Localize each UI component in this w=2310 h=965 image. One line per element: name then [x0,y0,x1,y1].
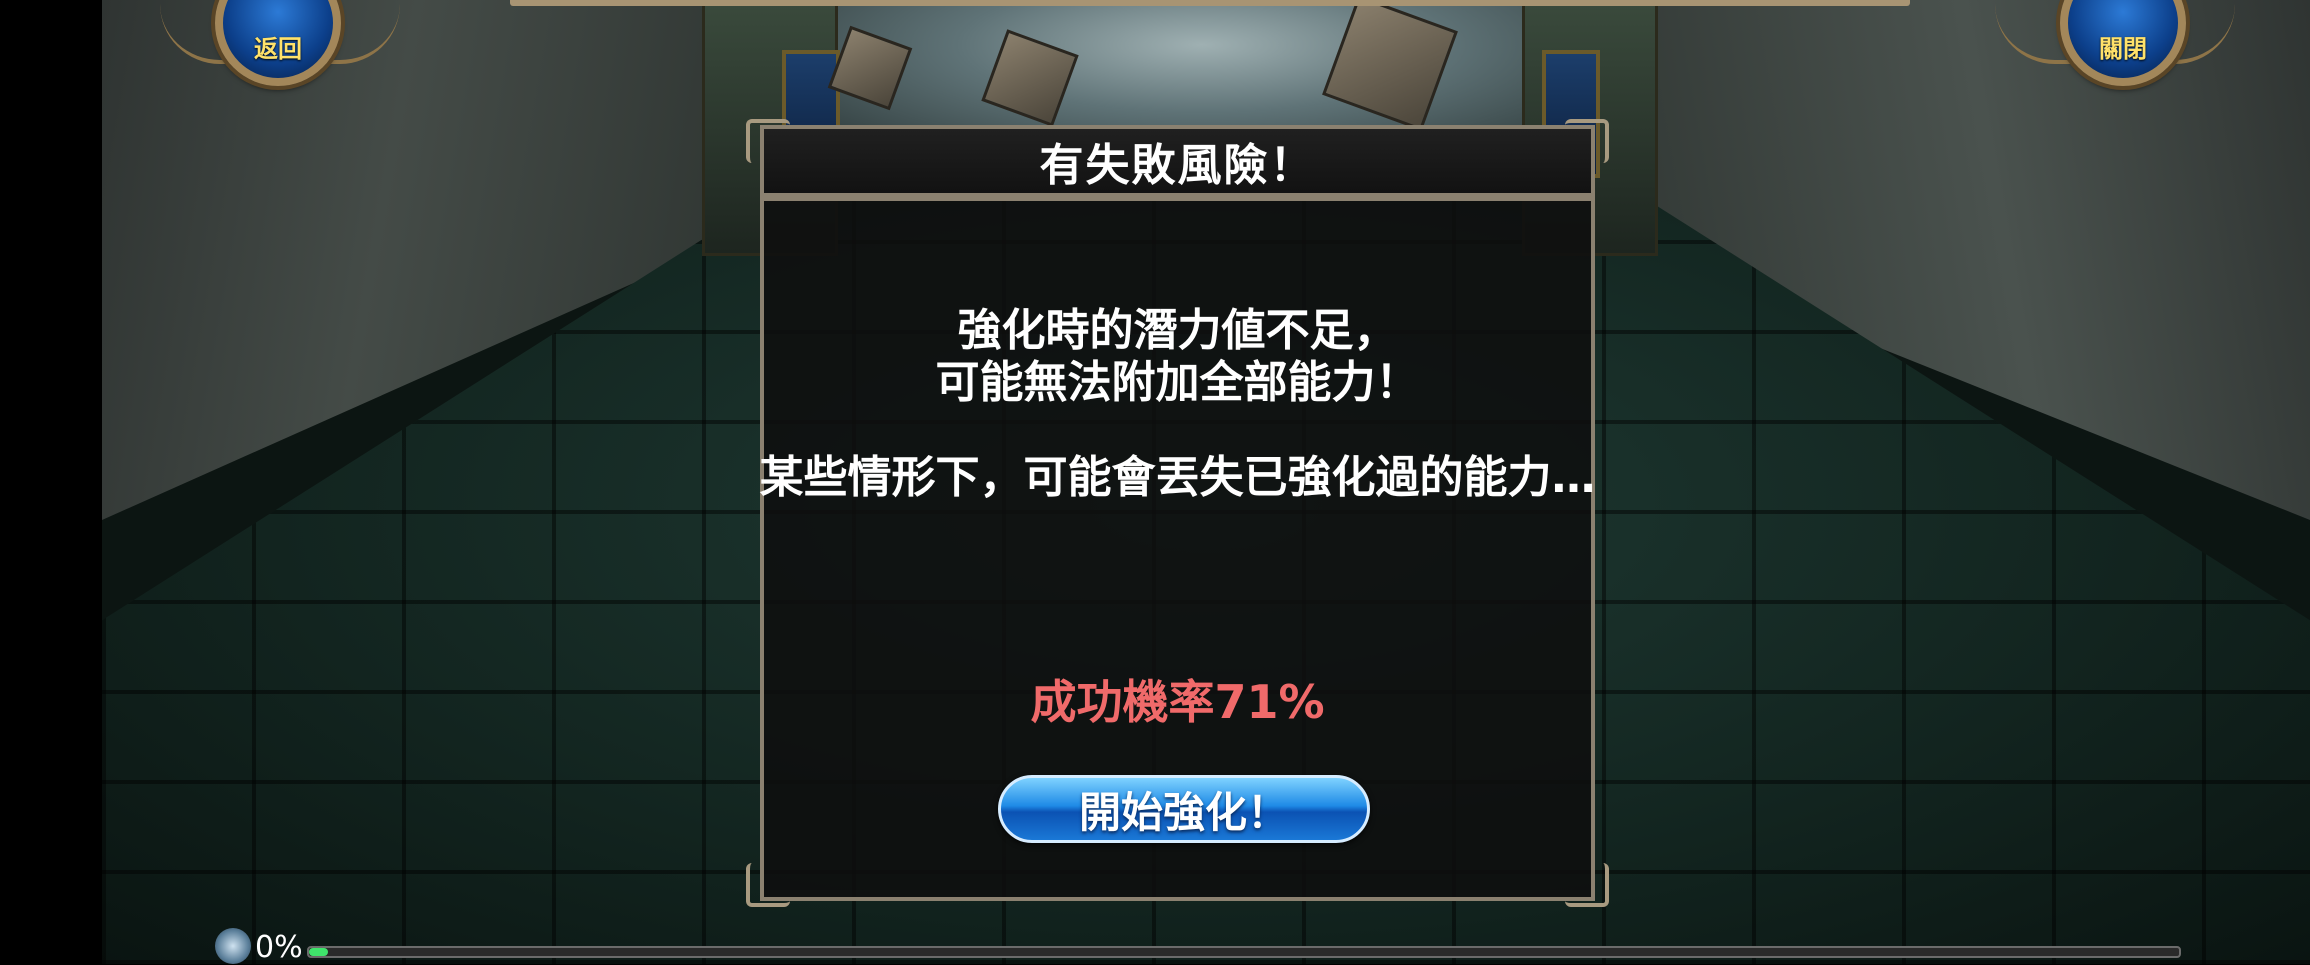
corner-ornament [1565,863,1609,907]
back-button-label: 返回 [254,35,302,63]
progress-fill [309,948,328,956]
corner-ornament [1565,119,1609,163]
start-enhance-button[interactable]: 開始強化！ [998,775,1370,843]
loading-progress: 0% [215,928,2215,965]
dialog-header: 有失敗風險！ [746,119,1609,197]
corner-ornament [746,863,790,907]
dialog-title: 有失敗風險！ [1039,140,1316,191]
left-letterbox [0,0,102,964]
corner-ornament [746,119,790,163]
progress-orb-icon [215,928,251,964]
progress-track [307,946,2181,958]
warning-message-line-1: 強化時的潛力値不足， [957,305,1398,356]
start-enhance-button-label: 開始強化！ [1078,787,1289,837]
progress-percent: 0% [255,930,303,965]
close-button-label: 關閉 [2099,35,2147,63]
warning-message-line-2: 可能無法附加全部能力！ [935,357,1420,408]
top-frame-bar [510,0,1910,6]
warning-message-line-3: 某些情形下，可能會丟失已強化過的能力… [759,452,1596,503]
success-rate: 成功機率71% [1030,675,1325,729]
